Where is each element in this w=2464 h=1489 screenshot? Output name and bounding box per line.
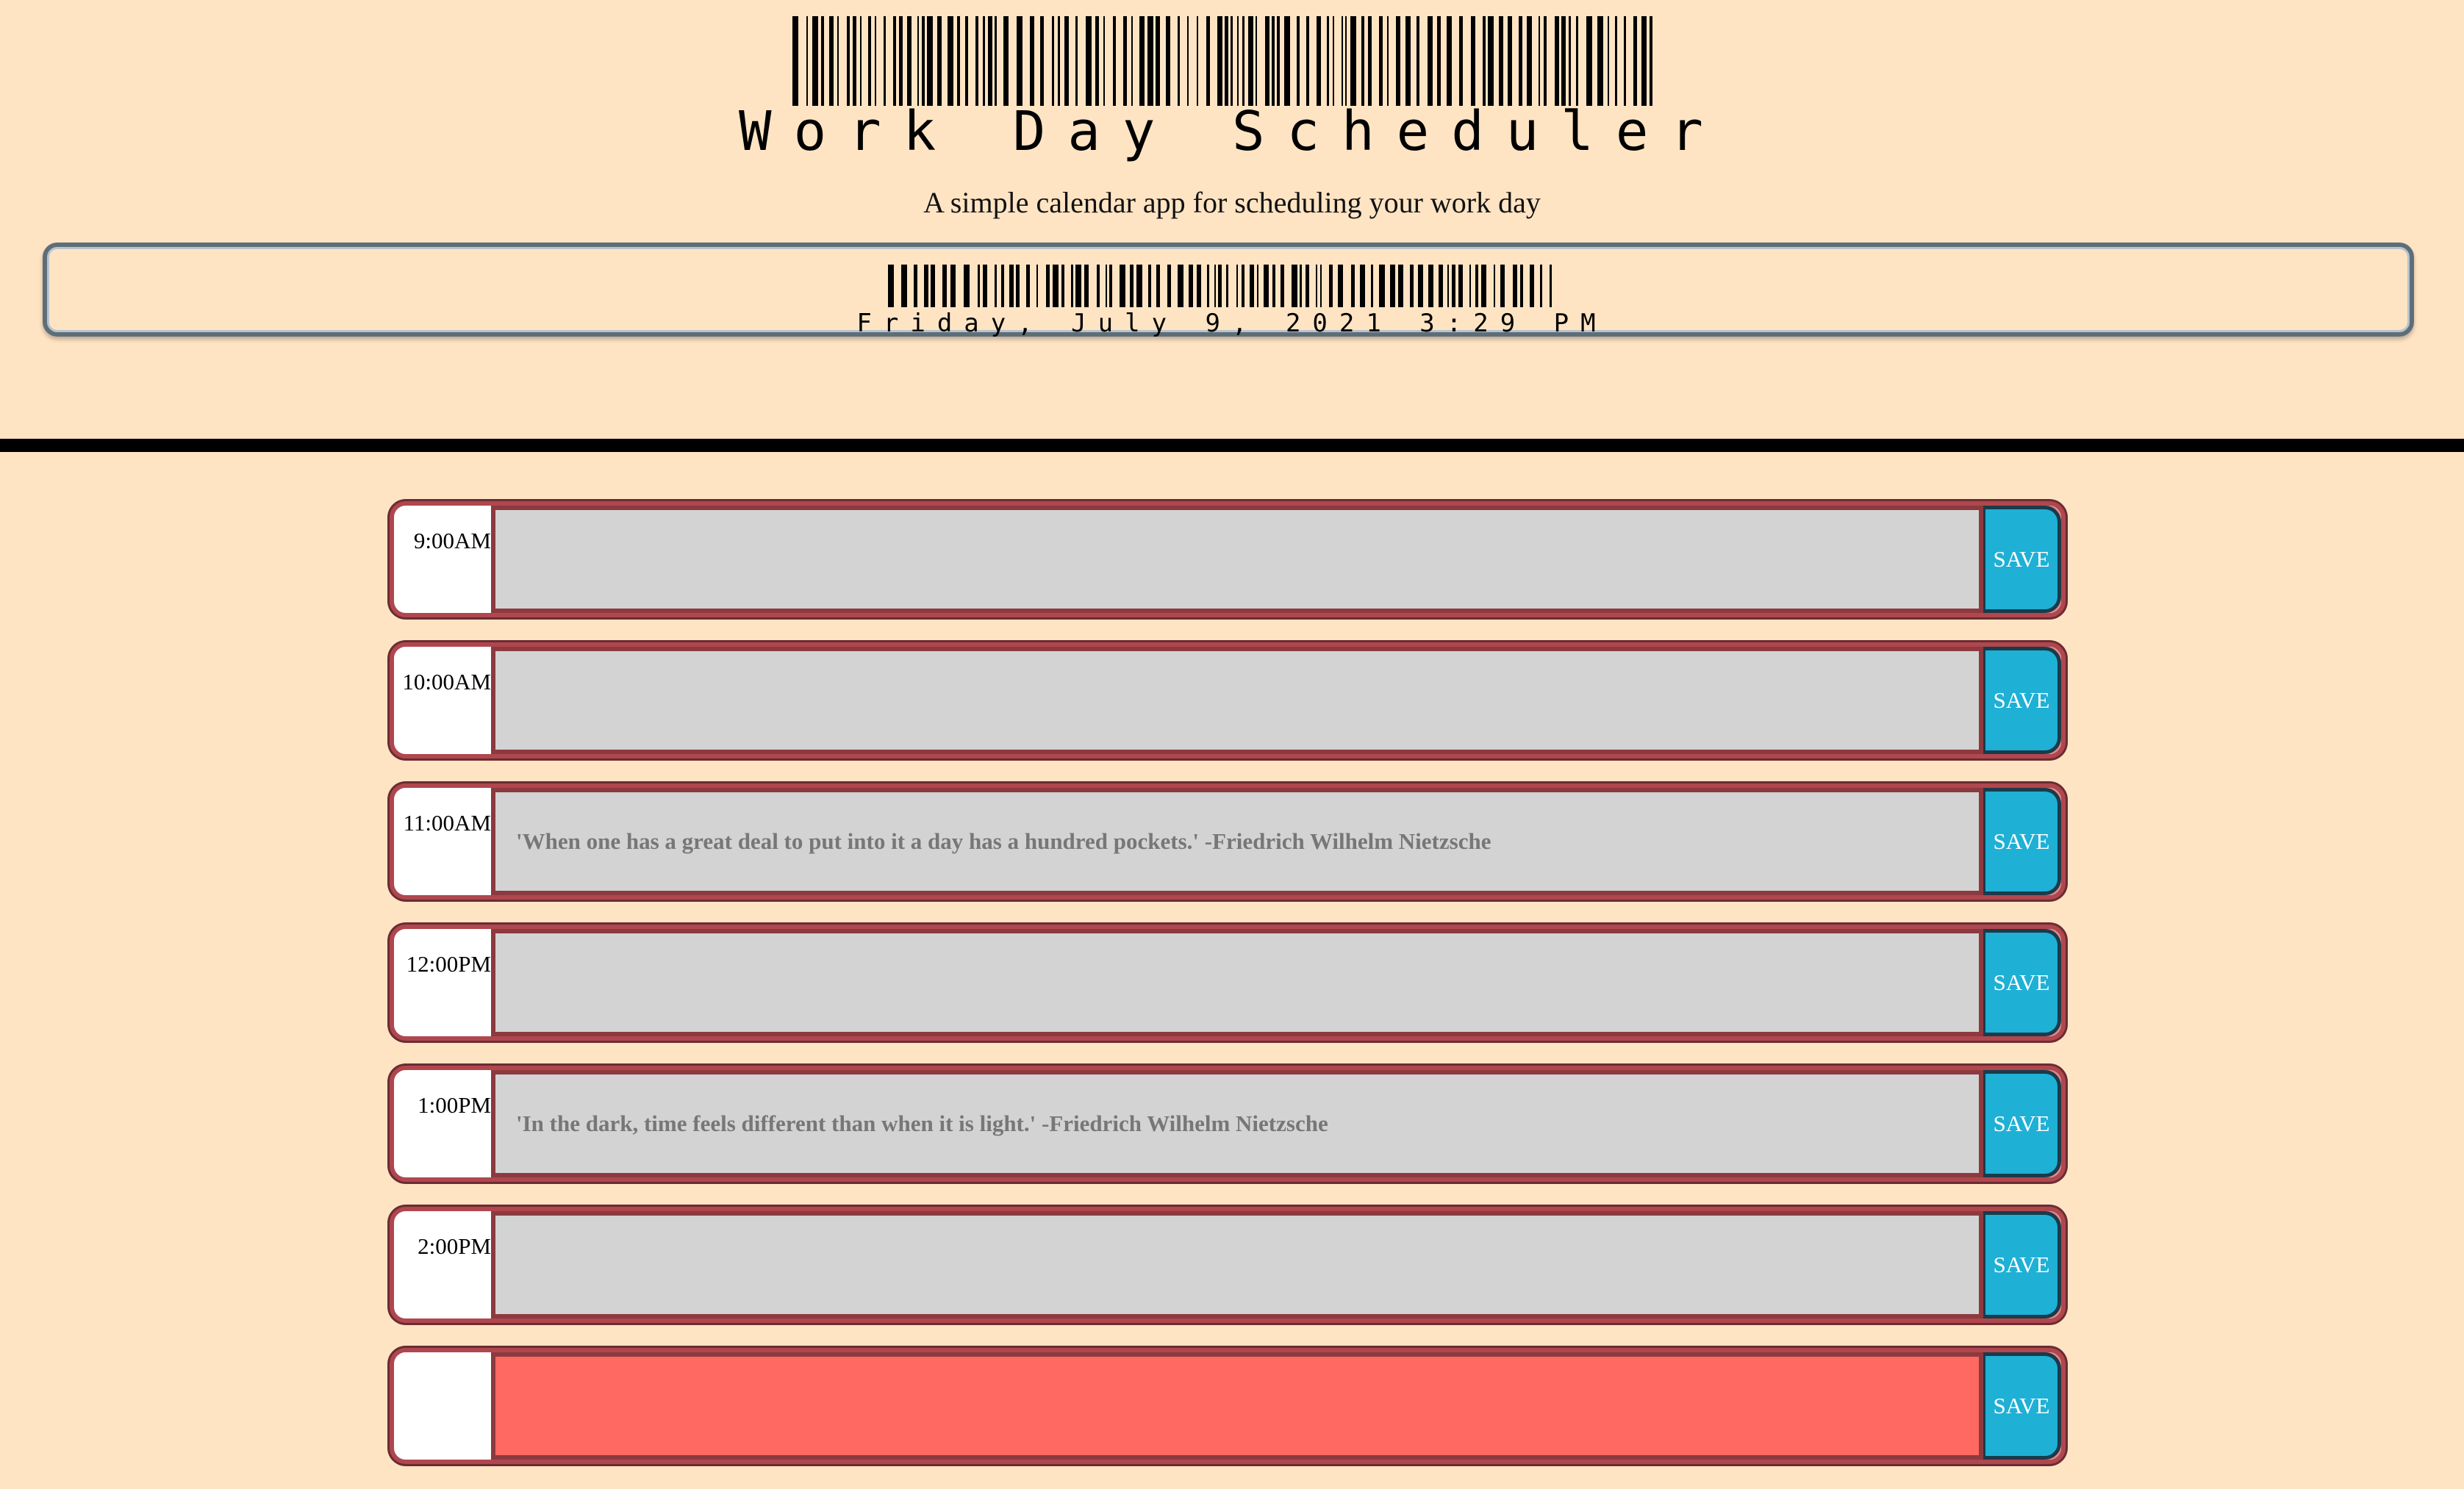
page-header: Work Day Scheduler A simple calendar app… (0, 0, 2464, 439)
time-block-1pm: 1:00PM 'In the dark, time feels differen… (390, 1066, 2066, 1182)
time-block-12pm: 12:00PM SAVE (390, 925, 2066, 1041)
description-textarea[interactable] (491, 647, 1983, 754)
hour-label: 1:00PM (394, 1070, 491, 1177)
description-textarea[interactable]: 'When one has a great deal to put into i… (491, 788, 1983, 895)
description-textarea[interactable] (491, 1211, 1983, 1318)
description-textarea[interactable] (491, 506, 1983, 613)
page-lead: A simple calendar app for scheduling you… (923, 186, 1541, 219)
save-button[interactable]: SAVE (1983, 647, 2061, 754)
description-textarea[interactable] (491, 1352, 1983, 1460)
save-button[interactable]: SAVE (1983, 506, 2061, 613)
time-block-2pm: 2:00PM SAVE (390, 1207, 2066, 1323)
current-date: Friday, July 9, 2021 3:29 PM (856, 309, 1608, 338)
header-divider (0, 439, 2464, 452)
time-block-10am: 10:00AM SAVE (390, 642, 2066, 758)
hour-label: 9:00AM (394, 506, 491, 613)
description-textarea[interactable]: 'In the dark, time feels different than … (491, 1070, 1983, 1177)
save-button[interactable]: SAVE (1983, 929, 2061, 1036)
page-title: Work Day Scheduler (739, 100, 1725, 163)
description-textarea[interactable] (491, 929, 1983, 1036)
save-button[interactable]: SAVE (1983, 1211, 2061, 1318)
hour-label: 2:00PM (394, 1211, 491, 1318)
time-block-9am: 9:00AM SAVE (390, 501, 2066, 617)
schedule-container: 9:00AM SAVE 10:00AM SAVE 11:00AM 'When o… (390, 501, 2066, 1489)
time-block-11am: 11:00AM 'When one has a great deal to pu… (390, 783, 2066, 900)
hour-label (394, 1352, 491, 1460)
save-button[interactable]: SAVE (1983, 1070, 2061, 1177)
save-button[interactable]: SAVE (1983, 788, 2061, 895)
hour-label: 10:00AM (394, 647, 491, 754)
barcode-date-graphic (888, 265, 1552, 307)
hour-label: 11:00AM (394, 788, 491, 895)
time-block-3pm: SAVE (390, 1348, 2066, 1464)
hour-label: 12:00PM (394, 929, 491, 1036)
save-button[interactable]: SAVE (1983, 1352, 2061, 1460)
barcode-title-graphic (792, 16, 1652, 106)
